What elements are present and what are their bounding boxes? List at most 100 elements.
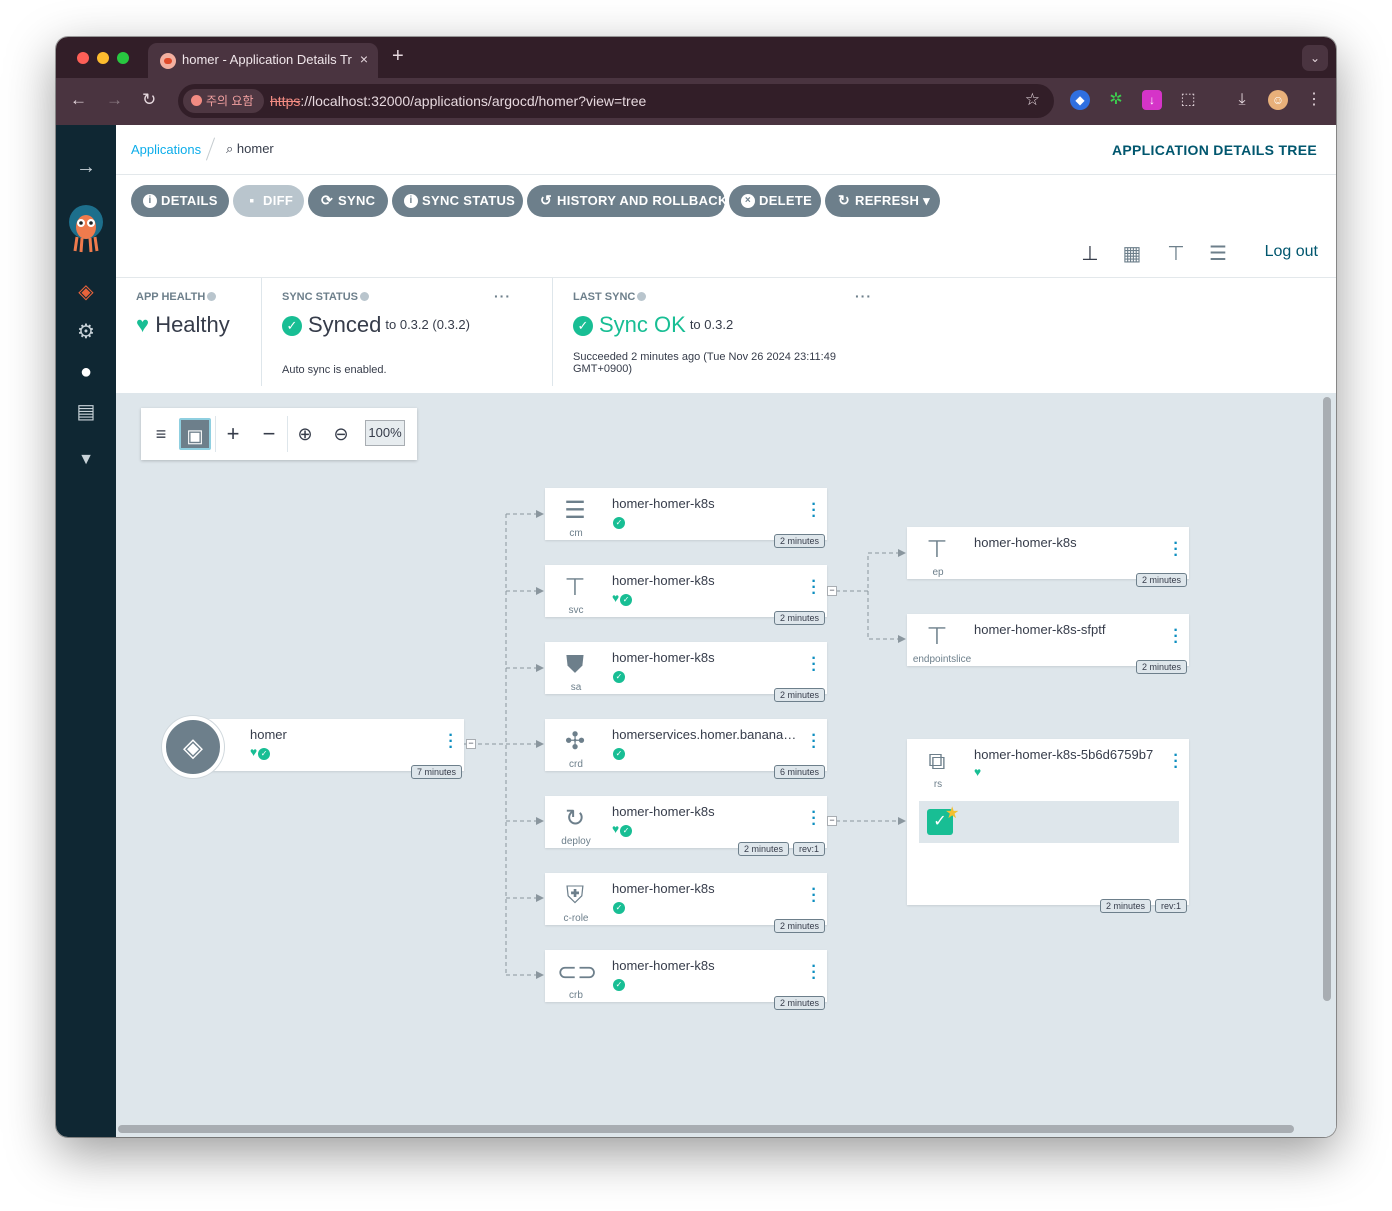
last-sync-menu-icon[interactable]: ··· xyxy=(855,288,872,304)
replicaset-copy-icon: ⧉ xyxy=(928,748,946,775)
security-warning-label: 주의 요함 xyxy=(206,94,254,108)
extension-shield-icon[interactable]: ◆ xyxy=(1070,90,1090,110)
documentation-icon[interactable]: ▤ xyxy=(74,400,98,424)
resource-node-svc[interactable]: ⊤ svc homer-homer-k8s ♥ ✓ · · · 2 minutes xyxy=(545,565,827,625)
node-menu-icon[interactable]: · · · xyxy=(1173,748,1179,776)
filter-icon[interactable]: ▼ xyxy=(74,448,98,472)
settings-gear-icon[interactable]: ⚙ xyxy=(74,320,98,344)
help-icon[interactable] xyxy=(360,292,369,301)
address-bar[interactable]: 주의 요함 https://localhost:32000/applicatio… xyxy=(178,84,1054,118)
refresh-button[interactable]: ↻ REFRESH ▾ xyxy=(825,185,940,217)
history-rollback-button[interactable]: ↺ HISTORY AND ROLLBACK xyxy=(527,185,727,217)
node-age-badge: 2 minutes xyxy=(1099,899,1151,913)
node-name: homer xyxy=(250,727,287,742)
node-status: ♥ xyxy=(974,765,981,779)
tab-search-button[interactable]: ⌄ xyxy=(1302,45,1328,71)
node-menu-icon[interactable]: · · · xyxy=(448,728,454,756)
details-button[interactable]: i DETAILS xyxy=(131,185,229,217)
browser-tab[interactable]: homer - Application Details Tree × xyxy=(148,43,378,78)
resource-node-c-role[interactable]: ⛨ c-role homer-homer-k8s ✓ · · · 2 minutes xyxy=(545,873,827,933)
url-text[interactable]: https://localhost:32000/applications/arg… xyxy=(270,93,646,109)
vertical-scrollbar[interactable] xyxy=(1323,397,1331,1001)
node-age-badge: 2 minutes xyxy=(1135,660,1187,674)
browser-window: homer - Application Details Tree × + ⌄ ←… xyxy=(56,37,1336,1137)
service-network-icon: ⊤ xyxy=(564,574,586,601)
node-menu-icon[interactable]: · · · xyxy=(811,651,817,679)
close-window-button[interactable] xyxy=(77,52,89,64)
node-kind: svc xyxy=(568,605,584,616)
breadcrumb-current[interactable]: ⌕ homer xyxy=(226,141,274,157)
applications-layers-icon[interactable]: ◈ xyxy=(74,280,98,304)
bookmark-star-icon[interactable]: ☆ xyxy=(1025,90,1040,110)
collapse-toggle[interactable]: − xyxy=(827,586,837,596)
service-account-icon: ⛊ xyxy=(566,651,584,678)
sync-status-label: SYNC STATUS xyxy=(282,291,369,303)
extension-bug-icon[interactable]: ✲ xyxy=(1106,90,1126,110)
downloads-icon[interactable]: ⤓ xyxy=(1232,90,1252,110)
resource-node-rs[interactable]: ⧉ rs homer-homer-k8s-5b6d6759b7 ♥ · · · ✓ … xyxy=(907,739,1189,913)
resource-node-crd[interactable]: ✣ crd homerservices.homer.bananaops.io ✓… xyxy=(545,719,827,779)
collapse-toggle[interactable]: − xyxy=(466,739,476,749)
resource-node-ep[interactable]: ⊤ ep homer-homer-k8s · · · 2 minutes xyxy=(907,527,1189,587)
delete-button[interactable]: × DELETE xyxy=(729,185,821,217)
node-menu-icon[interactable]: · · · xyxy=(811,882,817,910)
resource-node-deploy[interactable]: ↻ deploy homer-homer-k8s ♥ ✓ · · · rev:1 2 … xyxy=(545,796,827,856)
sync-status-menu-icon[interactable]: ··· xyxy=(494,288,511,304)
info-icon: i xyxy=(143,194,157,208)
node-menu-icon[interactable]: · · · xyxy=(1173,623,1179,651)
list-view-icon[interactable]: ☰ xyxy=(1206,242,1230,266)
help-icon[interactable] xyxy=(637,292,647,301)
sync-status-button[interactable]: i SYNC STATUS xyxy=(392,185,523,217)
logout-link[interactable]: Log out xyxy=(1265,243,1318,261)
check-circle-icon: ✓ xyxy=(613,748,625,760)
diff-button[interactable]: ▪ DIFF xyxy=(233,185,304,217)
node-menu-icon[interactable]: · · · xyxy=(811,728,817,756)
horizontal-scrollbar[interactable] xyxy=(118,1125,1294,1133)
node-menu-icon[interactable]: · · · xyxy=(811,574,817,602)
check-circle-icon: ✓ xyxy=(613,979,625,991)
back-arrow-icon[interactable]: ← xyxy=(70,90,87,110)
forward-arrow-icon[interactable]: → xyxy=(106,90,123,110)
node-menu-icon[interactable]: · · · xyxy=(1173,536,1179,564)
security-warning-chip[interactable]: 주의 요함 xyxy=(183,89,264,113)
expand-sidebar-arrow-icon[interactable]: → xyxy=(74,155,98,179)
app-node-homer[interactable]: homer ♥ ✓ · · · 7 minutes xyxy=(182,719,464,779)
tab-close-icon[interactable]: × xyxy=(360,51,368,67)
resource-node-cm[interactable]: ☰ cm homer-homer-k8s ✓ · · · 2 minutes xyxy=(545,488,827,548)
help-icon[interactable] xyxy=(207,292,217,301)
node-status: ✓ xyxy=(612,745,625,760)
reload-icon[interactable]: ↻ xyxy=(142,90,156,110)
extensions-puzzle-icon[interactable]: ⬚ xyxy=(1178,90,1198,110)
node-status: ♥ ✓ xyxy=(612,591,633,606)
last-sync-time: Succeeded 2 minutes ago (Tue Nov 26 2024… xyxy=(573,351,836,363)
extension-download-icon[interactable]: ↓ xyxy=(1142,90,1162,110)
node-status: ✓ xyxy=(612,514,625,529)
browser-menu-icon[interactable]: ⋮ xyxy=(1304,90,1324,110)
node-menu-icon[interactable]: · · · xyxy=(811,497,817,525)
resource-node-crb[interactable]: ⊂⊃ crb homer-homer-k8s ✓ · · · 2 minutes xyxy=(545,950,827,1010)
user-account-icon[interactable]: ● xyxy=(74,360,98,384)
resource-node-sa[interactable]: ⛊ sa homer-homer-k8s ✓ · · · 2 minutes xyxy=(545,642,827,702)
node-kind: crb xyxy=(569,990,583,1001)
refresh-button-label: REFRESH xyxy=(855,193,920,208)
new-tab-button[interactable]: + xyxy=(392,45,404,68)
node-menu-icon[interactable]: · · · xyxy=(811,959,817,987)
pods-view-icon[interactable]: ▦ xyxy=(1120,242,1144,266)
node-kind: deploy xyxy=(561,836,591,847)
profile-avatar-icon[interactable]: ☺ xyxy=(1268,90,1288,110)
heart-icon: ♥ xyxy=(612,822,620,836)
minimize-window-button[interactable] xyxy=(97,52,109,64)
network-view-icon[interactable]: ⊤ xyxy=(1164,242,1188,266)
node-menu-icon[interactable]: · · · xyxy=(811,805,817,833)
maximize-window-button[interactable] xyxy=(117,52,129,64)
delete-button-label: DELETE xyxy=(759,193,813,208)
resource-node-endpointslice[interactable]: ⊤ endpointslice homer-homer-k8s-sfptf · ·… xyxy=(907,614,1189,674)
collapse-toggle[interactable]: − xyxy=(827,816,837,826)
sync-status-revision: to 0.3.2 (0.3.2) xyxy=(385,317,470,332)
sync-button[interactable]: ⟳ SYNC xyxy=(308,185,388,217)
tree-view-icon[interactable]: ⊥ xyxy=(1078,242,1102,266)
node-name: homer-homer-k8s xyxy=(612,573,715,588)
breadcrumb-applications-link[interactable]: Applications xyxy=(131,142,201,157)
resource-tree-canvas[interactable]: ≡ ▣ + − ⊕ ⊖ 100% homer ♥ ✓ · · · 7 minut… xyxy=(116,393,1336,1137)
redo-icon: ↻ xyxy=(837,192,851,208)
